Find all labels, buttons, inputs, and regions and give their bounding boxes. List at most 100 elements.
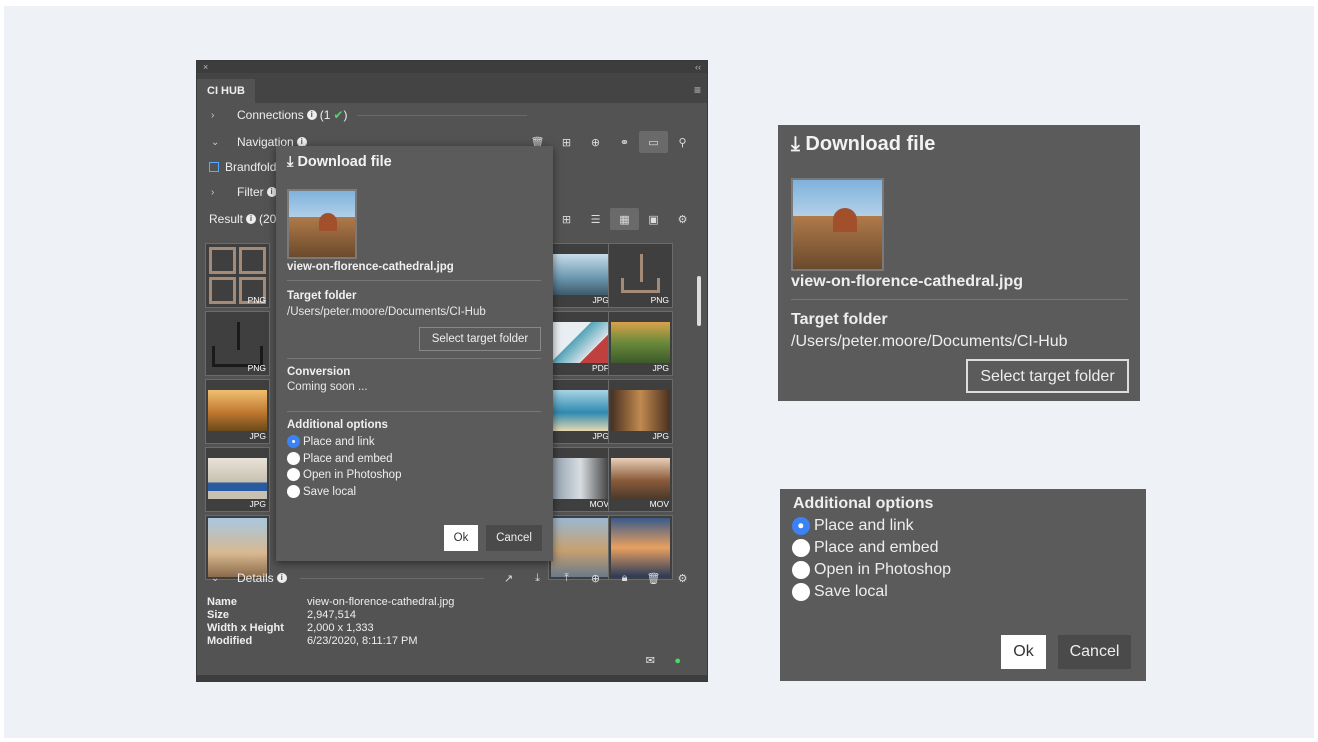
divider — [357, 114, 528, 116]
file-type-label: PNG — [247, 363, 266, 373]
thumbnail[interactable]: JPG — [548, 243, 613, 308]
dialog-title-text: Download file — [805, 133, 936, 155]
upload-icon[interactable]: ⤒ — [552, 567, 581, 589]
radio-button[interactable] — [287, 485, 300, 498]
link-icon[interactable]: ⚭ — [610, 131, 639, 153]
info-icon: i — [246, 214, 257, 224]
trash-icon[interactable]: 🗑 — [639, 567, 668, 589]
thumbnail-image — [611, 458, 670, 499]
tab-ci-hub[interactable]: CI HUB — [197, 79, 255, 103]
add-icon[interactable]: ⊞ — [552, 131, 581, 153]
close-icon[interactable]: × — [203, 62, 208, 72]
thumbnail[interactable]: PNG — [608, 243, 673, 308]
radio-button[interactable] — [287, 435, 300, 448]
chevron-down-icon[interactable]: ⌄ — [211, 573, 227, 584]
brandfolder-icon — [209, 162, 219, 172]
select-target-folder-button[interactable]: Select target folder — [966, 359, 1129, 393]
file-type-label: JPG — [592, 431, 609, 441]
radio-place-and-link[interactable]: Place and link — [287, 435, 375, 448]
details-key: Modified — [207, 635, 253, 647]
user-icon[interactable]: ● — [674, 655, 681, 667]
details-value: 6/23/2020, 8:11:17 PM — [307, 635, 418, 647]
details-key: Size — [207, 609, 230, 621]
cancel-button[interactable]: Cancel — [1058, 635, 1131, 669]
filter-label: Filter — [237, 185, 264, 199]
radio-label: Save local — [814, 583, 888, 600]
scrollbar-thumb[interactable] — [697, 276, 701, 326]
radio-open-in-photoshop[interactable]: Open in Photoshop — [792, 561, 951, 579]
mail-icon[interactable]: ✉ — [646, 654, 655, 667]
dialog-title-text: Download file — [297, 154, 392, 170]
thumbnail[interactable]: JPG — [548, 379, 613, 444]
settings-icon[interactable]: ⚙ — [668, 208, 697, 230]
radio-open-in-photoshop[interactable]: Open in Photoshop — [287, 468, 401, 481]
zoom-icon[interactable]: ⊕ — [581, 567, 610, 589]
radio-button[interactable] — [287, 468, 300, 481]
divider — [287, 280, 541, 281]
collapse-icon[interactable]: ‹‹ — [695, 62, 701, 72]
details-section[interactable]: ⌄ Details i ↗ ⤓ ⤒ ⊕ 🔒︎ 🗑 ⚙ — [197, 567, 707, 589]
folder-icon[interactable]: ▭ — [639, 131, 668, 153]
divider — [791, 299, 1128, 300]
connections-label: Connections — [237, 108, 304, 122]
target-folder-label: Target folder — [287, 290, 357, 302]
check-icon: ✔ — [333, 108, 344, 122]
file-type-label: JPG — [249, 431, 266, 441]
thumbnail[interactable]: PDF — [548, 311, 613, 376]
download-icon[interactable]: ⤓ — [523, 567, 552, 589]
download-icon: ⤓ — [287, 154, 298, 170]
thumbnail-image — [208, 390, 267, 431]
chevron-down-icon[interactable]: ⌄ — [211, 137, 227, 148]
radio-button[interactable] — [792, 561, 810, 579]
chevron-right-icon[interactable]: › — [211, 187, 227, 198]
target-folder-path: /Users/peter.moore/Documents/CI-Hub — [791, 333, 1068, 350]
file-preview — [287, 189, 357, 259]
radio-place-and-link[interactable]: Place and link — [792, 517, 914, 535]
external-link-icon[interactable]: ↗ — [494, 567, 523, 589]
thumbnail[interactable]: MOV — [608, 447, 673, 512]
zoom-icon[interactable]: ⊕ — [581, 131, 610, 153]
details-key: Width x Height — [207, 622, 284, 634]
thumbnail[interactable]: JPG — [608, 379, 673, 444]
details-value: 2,947,514 — [307, 609, 356, 621]
list-view-icon[interactable]: ☰ — [581, 208, 610, 230]
radio-label: Place and embed — [814, 539, 939, 556]
radio-place-and-embed[interactable]: Place and embed — [287, 452, 393, 465]
connections-section[interactable]: › Connections i (1 ✔ ) — [197, 104, 707, 126]
radio-button[interactable] — [792, 517, 810, 535]
hamburger-menu-icon[interactable]: ≡ — [688, 83, 707, 103]
panel-bottombar — [197, 675, 707, 681]
add-icon[interactable]: ⊞ — [552, 208, 581, 230]
radio-button[interactable] — [792, 583, 810, 601]
radio-button[interactable] — [792, 539, 810, 557]
radio-save-local[interactable]: Save local — [792, 583, 888, 601]
thumbnail[interactable]: JPG — [608, 311, 673, 376]
card-view-icon[interactable]: ▣ — [639, 208, 668, 230]
details-label: Details — [237, 571, 274, 585]
lock-icon[interactable]: 🔒︎ — [610, 567, 639, 589]
grid-view-icon[interactable]: ▦ — [610, 208, 639, 230]
thumbnail[interactable]: PNG — [205, 243, 270, 308]
zoom-detail-target-folder: ⤓ Download file view-on-florence-cathedr… — [778, 125, 1140, 401]
radio-label: Open in Photoshop — [303, 468, 402, 481]
divider — [287, 411, 541, 412]
details-value: 2,000 x 1,333 — [307, 622, 374, 634]
radio-place-and-embed[interactable]: Place and embed — [792, 539, 939, 557]
select-target-folder-button[interactable]: Select target folder — [419, 327, 541, 351]
filename: view-on-florence-cathedral.jpg — [791, 273, 1024, 290]
additional-options-label: Additional options — [793, 495, 934, 512]
radio-save-local[interactable]: Save local — [287, 485, 356, 498]
thumbnail[interactable]: JPG — [205, 447, 270, 512]
settings-icon[interactable]: ⚙ — [668, 567, 697, 589]
cancel-button[interactable]: Cancel — [486, 525, 542, 551]
upload-arrow — [237, 322, 240, 350]
search-icon[interactable]: ⚲ — [668, 131, 697, 153]
ok-button[interactable]: Ok — [1001, 635, 1046, 669]
thumbnail[interactable]: JPG — [205, 379, 270, 444]
thumbnail[interactable]: MOV — [548, 447, 613, 512]
thumbnail[interactable]: PNG — [205, 311, 270, 376]
ok-button[interactable]: Ok — [444, 525, 478, 551]
connections-close-paren: ) — [343, 108, 348, 122]
radio-button[interactable] — [287, 452, 300, 465]
chevron-right-icon[interactable]: › — [211, 110, 227, 121]
